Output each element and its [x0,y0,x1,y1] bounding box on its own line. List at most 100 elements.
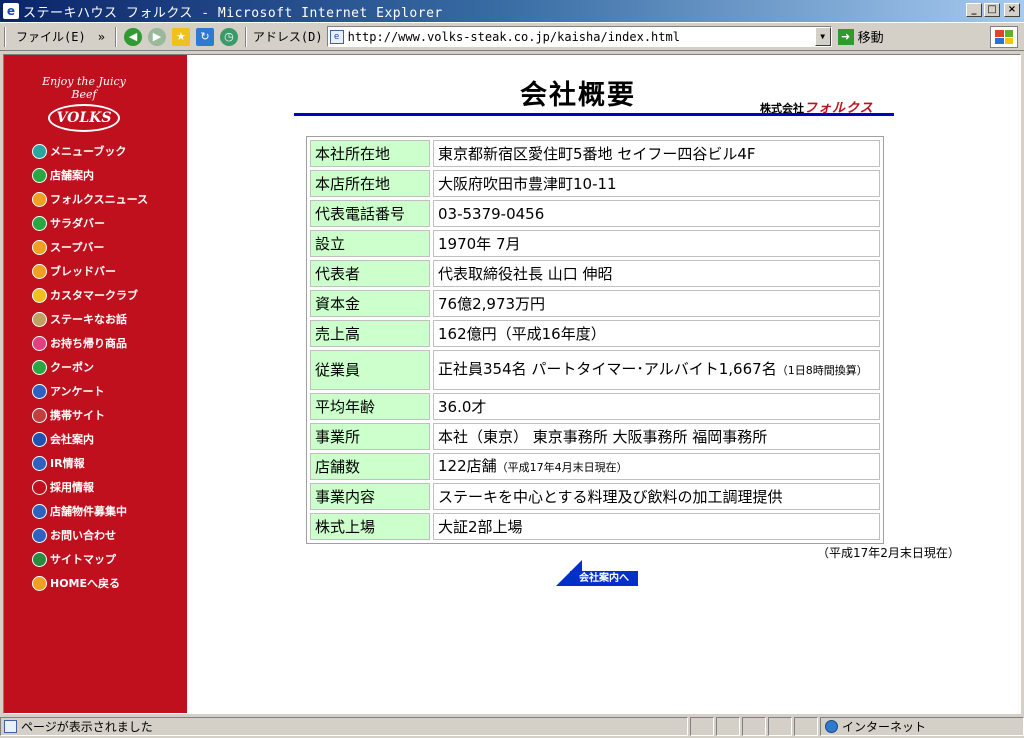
news-icon [32,191,47,207]
sidebar-item[interactable]: 会社案内 [32,427,148,451]
sidebar-item[interactable]: HOMEへ戻る [32,571,148,595]
ir-icon [32,455,47,471]
sidebar-item[interactable]: 店舗物件募集中 [32,499,148,523]
sidebar-item-label: 会社案内 [50,433,94,446]
sidebar-item-label: メニューブック [50,145,127,158]
property-icon [32,503,47,519]
row-value: 1970年 7月 [438,234,521,253]
ie-icon: e [3,3,19,19]
address-url[interactable]: http://www.volks-steak.co.jp/kaisha/inde… [348,30,680,44]
book-icon [32,143,47,159]
sidebar-item[interactable]: ステーキなお話 [32,307,148,331]
status-cell [794,717,818,736]
sidebar-item-label: お問い合わせ [50,529,116,542]
forward-icon[interactable]: ▶ [147,27,166,46]
table-row: 株式上場 大証2部上場 [310,513,880,540]
title-bar: e ステーキハウス フォルクス - Microsoft Internet Exp… [0,0,1024,22]
sidebar-item[interactable]: IR情報 [32,451,148,475]
favorites-star-icon[interactable]: ★ [171,27,190,46]
browser-window: e ステーキハウス フォルクス - Microsoft Internet Exp… [0,0,1024,738]
sidebar-item[interactable]: 採用情報 [32,475,148,499]
close-button[interactable]: × [1004,3,1020,17]
sidebar: Enjoy the Juicy Beef VOLKS メニューブック 店舗案内フォ… [4,55,187,713]
row-value-cell: 03-5379-0456 [433,200,880,227]
page-icon: e [329,29,344,44]
sidebar-item[interactable]: お持ち帰り商品 [32,331,148,355]
row-key: 店舗数 [310,453,430,480]
row-value: 大阪府吹田市豊津町10-11 [438,174,617,193]
mobile-icon [32,407,47,423]
sidebar-item[interactable]: サイトマップ [32,547,148,571]
row-value-cell: 本社（東京） 東京事務所 大阪事務所 福岡事務所 [433,423,880,450]
sidebar-item[interactable]: アンケート [32,379,148,403]
page-title: 会社概要 [520,80,636,111]
volks-logo[interactable]: Enjoy the Juicy Beef VOLKS [34,75,134,132]
sidebar-item[interactable]: ブレッドバー [32,259,148,283]
maximize-button[interactable]: □ [984,3,1000,17]
sidebar-item-label: 携帯サイト [50,409,105,422]
table-row: 代表電話番号 03-5379-0456 [310,200,880,227]
address-dropdown-icon[interactable]: ▼ [814,27,831,46]
sidebar-item-label: ブレッドバー [50,265,116,278]
minimize-button[interactable]: _ [966,3,982,17]
history-icon[interactable]: ◷ [219,27,238,46]
sidebar-item[interactable]: スープバー [32,235,148,259]
sidebar-item-label: IR情報 [50,457,85,470]
sidebar-nav: メニューブック 店舗案内フォルクスニュース サラダバースープバーブレッドバーカスタマ… [32,139,148,595]
status-text: ページが表示されました [21,720,153,734]
sidebar-item[interactable]: 携帯サイト [32,403,148,427]
sidebar-item[interactable]: フォルクスニュース [32,187,148,211]
sidebar-item-label: サラダバー [50,217,105,230]
row-value-cell: 代表取締役社長 山口 伸昭 [433,260,880,287]
status-cell [768,717,792,736]
table-row: 本社所在地 東京都新宿区愛住町5番地 セイフー四谷ビル4F [310,140,880,167]
go-button[interactable]: ➜ 移動 [837,27,884,46]
row-key: 株式上場 [310,513,430,540]
row-key: 本店所在地 [310,170,430,197]
recruit-icon [32,479,47,495]
sidebar-item-label: お持ち帰り商品 [50,337,127,350]
table-row: 事業所 本社（東京） 東京事務所 大阪事務所 福岡事務所 [310,423,880,450]
row-note: （1日8時間換算） [776,364,868,377]
address-label: アドレス(D) [252,30,323,44]
row-value: 東京都新宿区愛住町5番地 セイフー四谷ビル4F [438,144,756,163]
bread-icon [32,263,47,279]
back-button-label: 会社案内へ [570,571,638,586]
back-icon[interactable]: ◀ [123,27,142,46]
security-zone: インターネット [820,717,1024,736]
company-info-table: 本社所在地 東京都新宿区愛住町5番地 セイフー四谷ビル4F 本店所在地 大阪府吹田市豊… [306,136,884,544]
table-row: 平均年齢 36.0才 [310,393,880,420]
sidebar-item-label: フォルクスニュース [50,193,149,206]
back-to-company-button[interactable]: 会社案内へ [556,560,638,586]
table-row: 代表者 代表取締役社長 山口 伸昭 [310,260,880,287]
sidebar-item[interactable]: カスタマークラブ [32,283,148,307]
sidebar-item[interactable]: クーポン [32,355,148,379]
row-value-cell: 東京都新宿区愛住町5番地 セイフー四谷ビル4F [433,140,880,167]
row-key: 本社所在地 [310,140,430,167]
title-divider [294,113,894,116]
status-cell [742,717,766,736]
status-cell [690,717,714,736]
row-key: 資本金 [310,290,430,317]
sidebar-item[interactable]: メニューブック [32,139,148,163]
file-menu[interactable]: ファイル(E) [10,28,92,45]
refresh-icon[interactable]: ↻ [195,27,214,46]
sidebar-item-label: 店舗案内 [50,169,94,182]
coupon-icon [32,359,47,375]
salad-icon [32,215,47,231]
menu-chevron[interactable]: » [92,30,111,44]
table-row: 従業員 正社員354名 パートタイマー･アルバイト1,667名（1日8時間換算） [310,350,880,390]
sidebar-item[interactable]: 店舗案内 [32,163,148,187]
row-value: 本社（東京） 東京事務所 大阪事務所 福岡事務所 [438,427,768,446]
row-note: （平成17年4月末日現在） [496,460,628,474]
row-key: 平均年齢 [310,393,430,420]
sidebar-item[interactable]: サラダバー [32,211,148,235]
sidebar-item-label: HOMEへ戻る [50,577,121,590]
row-value-cell: 大証2部上場 [433,513,880,540]
table-row: 資本金 76億2,973万円 [310,290,880,317]
sidebar-item[interactable]: お問い合わせ [32,523,148,547]
row-value-cell: ステーキを中心とする料理及び飲料の加工調理提供 [433,483,880,510]
table-row: 設立 1970年 7月 [310,230,880,257]
address-bar[interactable]: e http://www.volks-steak.co.jp/kaisha/in… [326,26,832,47]
status-page-icon [4,720,17,733]
